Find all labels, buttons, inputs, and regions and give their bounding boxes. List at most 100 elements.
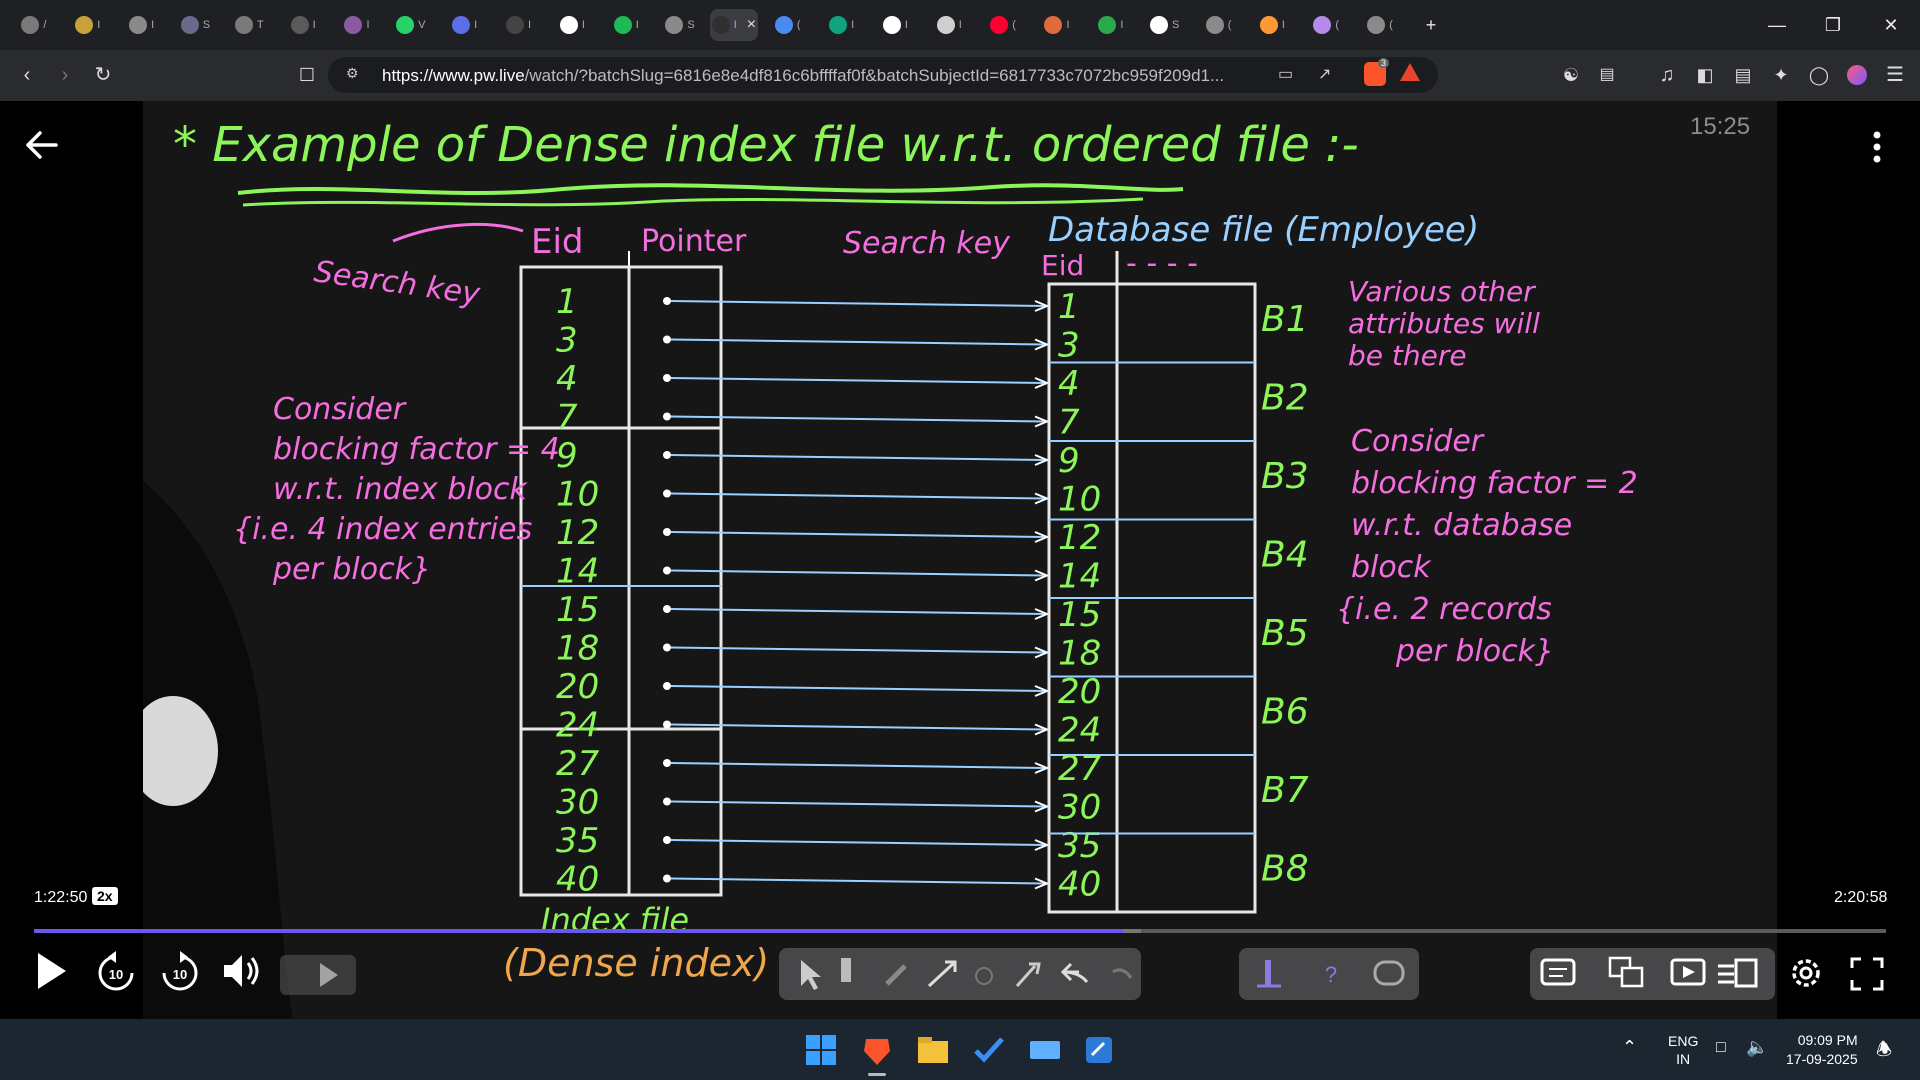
close-window-button[interactable]: ✕ — [1876, 10, 1906, 40]
browser-tab[interactable]: T — [225, 9, 273, 41]
forward-nav-icon[interactable]: › — [50, 60, 80, 90]
browser-tab[interactable]: I — [333, 9, 381, 41]
volume-button[interactable] — [220, 949, 264, 993]
video-frame[interactable]: * Example of Dense index file w.r.t. ord… — [143, 101, 1777, 1019]
settings-button[interactable] — [1786, 953, 1826, 993]
menu-icon[interactable]: ☰ — [1880, 60, 1910, 90]
site-settings-icon[interactable]: ⚙ — [346, 65, 366, 85]
vpn-icon[interactable]: ◯ — [1804, 60, 1834, 90]
poll-icon — [1265, 960, 1271, 986]
pointer-arrow — [670, 377, 1046, 384]
browser-tab[interactable]: V — [387, 9, 435, 41]
restore-button[interactable]: ❐ — [1818, 10, 1848, 40]
browser-tab[interactable]: I — [818, 9, 866, 41]
playback-speed-badge[interactable]: 2x — [92, 887, 118, 905]
wallet-icon[interactable]: ▤ — [1728, 60, 1758, 90]
start-button[interactable] — [802, 1031, 840, 1069]
browser-tab[interactable]: S — [172, 9, 220, 41]
pointer-arrow — [670, 454, 1046, 461]
browser-tab[interactable]: I — [602, 9, 650, 41]
show-hidden-icons-icon[interactable]: ⌃ — [1622, 1037, 1637, 1058]
back-nav-icon[interactable]: ‹ — [12, 60, 42, 90]
close-tab-icon[interactable]: × — [747, 16, 756, 34]
site-icon — [75, 16, 94, 34]
browser-tab[interactable]: I — [548, 9, 596, 41]
browser-tab[interactable]: I — [441, 9, 489, 41]
system-clock[interactable]: 09:09 PM 17-09-2025 — [1786, 1031, 1858, 1069]
keyboard-taskbar-icon[interactable] — [1026, 1031, 1064, 1069]
minimize-button[interactable]: — — [1762, 10, 1792, 40]
browser-tab[interactable]: ( — [764, 9, 812, 41]
browser-tab[interactable]: I — [925, 9, 973, 41]
right-note-line: blocking factor = 2 — [1351, 466, 1638, 501]
index-value-cell: 15 — [556, 590, 599, 630]
network-icon[interactable]: □ — [1716, 1039, 1726, 1057]
browser-tab[interactable]: ( — [1302, 9, 1350, 41]
tab-title: S — [202, 19, 211, 31]
brave-shields-icon[interactable]: 3 — [1364, 58, 1390, 86]
progress-bar[interactable] — [34, 929, 1886, 933]
block-label: B2 — [1261, 378, 1309, 419]
address-bar[interactable]: ⚙ https://www.pw.live/watch/?batchSlug=6… — [328, 57, 1438, 93]
browser-tab[interactable]: I — [64, 9, 112, 41]
tab-title: S — [687, 19, 695, 31]
browser-tab[interactable]: I × — [710, 9, 758, 41]
tab-title: ( — [1335, 19, 1340, 31]
index-value-cell: 3 — [556, 321, 578, 361]
windows-taskbar: ⌃ ENG IN □ 🔈 09:09 PM 17-09-2025 🕭 — [0, 1019, 1920, 1080]
browser-tab[interactable]: I — [872, 9, 920, 41]
url-text[interactable]: https://www.pw.live/watch/?batchSlug=681… — [382, 66, 1224, 86]
whiteboard-taskbar-icon[interactable] — [1080, 1031, 1118, 1069]
browser-tab[interactable]: ( — [979, 9, 1027, 41]
brave-browser-taskbar-icon[interactable] — [858, 1031, 896, 1076]
browser-tab[interactable]: I — [279, 9, 327, 41]
profile-icon[interactable] — [1842, 60, 1872, 90]
skip-back-button[interactable]: 10 — [96, 949, 136, 993]
browser-tab[interactable]: I — [495, 9, 543, 41]
media-icon[interactable]: ♫ — [1652, 60, 1682, 90]
left-note-line: per block} — [272, 552, 431, 587]
skip-forward-button[interactable]: 10 — [160, 949, 200, 993]
reader-icon[interactable]: ▤ — [1592, 60, 1622, 90]
speaker-icon[interactable]: 🔈 — [1746, 1037, 1768, 1058]
browser-tab[interactable]: / — [10, 9, 58, 41]
file-explorer-taskbar-icon[interactable] — [914, 1031, 952, 1069]
next-button[interactable] — [280, 953, 356, 997]
browser-tab[interactable]: ( — [1356, 9, 1404, 41]
todo-taskbar-icon[interactable] — [970, 1031, 1008, 1069]
new-tab-button[interactable]: + — [1416, 10, 1446, 40]
google-icon — [559, 16, 578, 34]
bookmark-icon[interactable]: ☐ — [292, 60, 322, 90]
progress-played — [34, 929, 1123, 933]
brave-rewards-icon[interactable] — [1400, 63, 1420, 81]
index-value-cell: 40 — [556, 860, 599, 900]
browser-tab[interactable]: S — [1141, 9, 1189, 41]
browser-tab[interactable]: S — [656, 9, 704, 41]
back-arrow-icon[interactable] — [22, 125, 62, 165]
browser-tab[interactable]: I — [118, 9, 166, 41]
db-eid-header: Eid — [1041, 249, 1084, 282]
index-value-cell: 4 — [556, 359, 578, 399]
browser-tab[interactable]: I — [1033, 9, 1081, 41]
database-value-cell: 18 — [1058, 634, 1101, 674]
play-button[interactable] — [34, 949, 70, 993]
google-icon — [882, 16, 901, 34]
browser-tab[interactable]: I — [1248, 9, 1296, 41]
notification-bell-icon[interactable]: 🕭 — [1876, 1037, 1892, 1067]
index-value-cell: 10 — [556, 475, 599, 515]
language-indicator[interactable]: ENG IN — [1668, 1032, 1698, 1068]
extensions-icon[interactable]: ☯ — [1556, 60, 1586, 90]
leo-ai-icon[interactable]: ✦ — [1766, 60, 1796, 90]
fullscreen-button[interactable] — [1850, 957, 1884, 991]
browser-tab[interactable]: ( — [1195, 9, 1243, 41]
more-options-icon[interactable] — [1865, 127, 1889, 167]
sidebar-icon[interactable]: ◧ — [1690, 60, 1720, 90]
right-top-note-line: be there — [1348, 339, 1467, 372]
video-player[interactable]: * Example of Dense index file w.r.t. ord… — [0, 101, 1920, 1019]
cast-icon[interactable]: ▭ — [1278, 64, 1293, 84]
browser-tab[interactable]: I — [1087, 9, 1135, 41]
pointer-arrow — [670, 531, 1046, 538]
share-icon[interactable]: ↗ — [1318, 64, 1331, 84]
reload-icon[interactable]: ↻ — [88, 60, 118, 90]
site-icon — [1044, 16, 1063, 34]
